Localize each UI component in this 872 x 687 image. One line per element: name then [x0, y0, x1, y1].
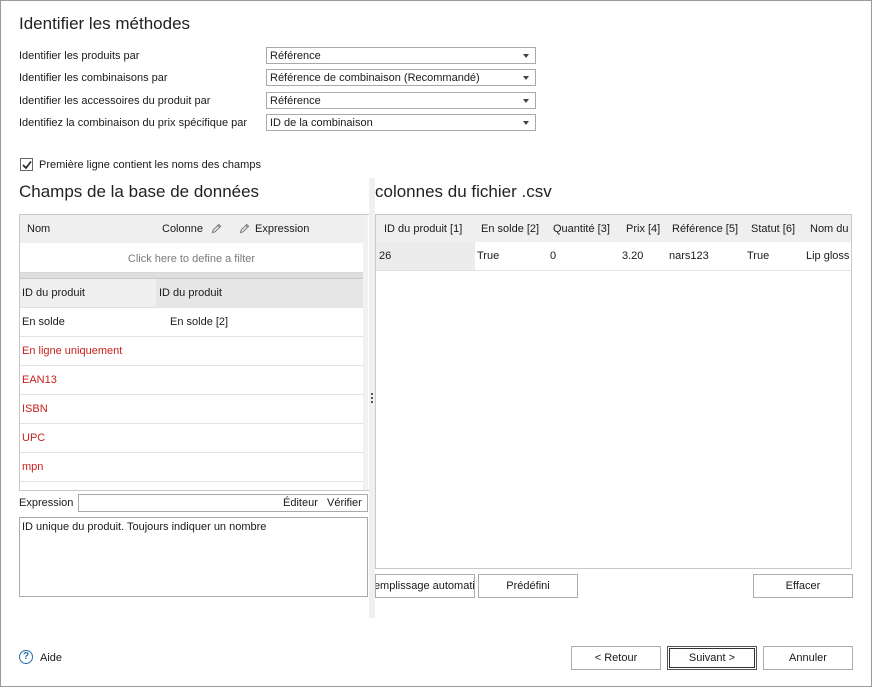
field-name-cell: UPC	[22, 432, 46, 444]
grid-scrollbar[interactable]	[363, 215, 368, 490]
field-description-text: ID unique du produit. Toujours indiquer …	[22, 521, 267, 533]
products-identify-dropdown[interactable]: Référence	[266, 47, 536, 64]
csv-cell: 0	[550, 250, 557, 262]
table-row[interactable]: mpn	[20, 453, 363, 482]
preset-button[interactable]: Prédéfini	[478, 574, 578, 598]
column-header-expression[interactable]: Expression	[255, 223, 309, 235]
csv-columns-title: colonnes du fichier .csv	[375, 182, 552, 201]
chevron-down-icon	[523, 54, 529, 58]
combinations-identify-value: Référence de combinaison (Recommandé)	[270, 72, 480, 84]
next-button[interactable]: Suivant >	[667, 646, 757, 670]
cancel-button[interactable]: Annuler	[763, 646, 853, 670]
chevron-down-icon	[523, 76, 529, 80]
header-row-checkbox[interactable]	[20, 158, 33, 171]
table-row[interactable]: 26 True 0 3.20 nars123 True Lip gloss	[376, 242, 851, 271]
csv-header-cell[interactable]: Statut [6]	[751, 223, 795, 235]
csv-cell: Lip gloss	[806, 250, 850, 262]
csv-grid-header: ID du produit [1] En solde [2] Quantité …	[376, 215, 851, 242]
filter-row[interactable]: Click here to define a filter	[20, 245, 363, 273]
db-fields-grid: Nom Colonne Expression Click here to def…	[19, 214, 370, 491]
csv-header-cell[interactable]: Quantité [3]	[553, 223, 610, 235]
pencil-icon[interactable]	[211, 223, 222, 234]
csv-header-cell[interactable]: Référence [5]	[672, 223, 738, 235]
field-name-cell: ID du produit	[22, 287, 85, 299]
editor-button[interactable]: Éditeur	[283, 497, 318, 509]
table-row[interactable]: EAN13	[20, 366, 363, 395]
table-row[interactable]: En solde En solde [2]	[20, 308, 363, 337]
clear-button[interactable]: Effacer	[753, 574, 853, 598]
csv-header-cell[interactable]: Nom du	[810, 223, 849, 235]
field-description-box: ID unique du produit. Toujours indiquer …	[19, 517, 368, 597]
header-row-checkbox-label: Première ligne contient les noms des cha…	[39, 159, 261, 171]
specific-price-identify-dropdown[interactable]: ID de la combinaison	[266, 114, 536, 131]
csv-cell: True	[477, 250, 500, 262]
splitter-grip-icon[interactable]	[371, 393, 373, 403]
specific-price-identify-value: ID de la combinaison	[270, 117, 373, 129]
accessories-identify-dropdown[interactable]: Référence	[266, 92, 536, 109]
autofill-button[interactable]: Remplissage automatique	[375, 574, 475, 598]
help-icon[interactable]: ?	[19, 650, 33, 664]
methods-title: Identifier les méthodes	[19, 14, 191, 33]
field-column-cell[interactable]: En solde [2]	[170, 316, 228, 328]
accessories-identify-value: Référence	[270, 95, 321, 107]
column-header-name[interactable]: Nom	[27, 223, 50, 235]
csv-cell: 3.20	[622, 250, 644, 262]
db-fields-grid-header: Nom Colonne Expression	[20, 215, 363, 243]
table-row[interactable]: ISBN	[20, 395, 363, 424]
table-row[interactable]: En ligne uniquement	[20, 337, 363, 366]
column-header-column[interactable]: Colonne	[162, 223, 203, 235]
products-identify-label: Identifier les produits par	[19, 50, 140, 62]
field-name-cell: En ligne uniquement	[22, 345, 123, 357]
csv-header-cell[interactable]: ID du produit [1]	[384, 223, 462, 235]
table-row[interactable]: ID du produit ID du produit	[20, 279, 363, 308]
db-fields-title: Champs de la base de données	[19, 182, 260, 201]
specific-price-identify-label: Identifiez la combinaison du prix spécif…	[19, 117, 248, 129]
products-identify-value: Référence	[270, 50, 321, 62]
field-name-cell: En solde	[22, 316, 65, 328]
csv-header-cell[interactable]: Prix [4]	[626, 223, 660, 235]
csv-cell: 26	[379, 250, 392, 262]
filter-placeholder: Click here to define a filter	[127, 253, 256, 265]
field-name-cell: mpn	[22, 461, 44, 473]
expression-label: Expression	[19, 497, 74, 509]
csv-header-cell[interactable]: En solde [2]	[481, 223, 539, 235]
csv-cell: True	[747, 250, 770, 262]
chevron-down-icon	[523, 99, 529, 103]
field-name-cell: ISBN	[22, 403, 48, 415]
combinations-identify-label: Identifier les combinaisons par	[19, 72, 168, 84]
verify-button[interactable]: Vérifier	[327, 497, 362, 509]
table-row[interactable]: UPC	[20, 424, 363, 453]
field-name-cell: EAN13	[22, 374, 57, 386]
csv-preview-grid: ID du produit [1] En solde [2] Quantité …	[375, 214, 852, 569]
csv-cell: nars123	[669, 250, 709, 262]
pencil-icon[interactable]	[239, 223, 250, 234]
expression-input[interactable]	[78, 494, 368, 512]
checkmark-icon	[22, 161, 32, 170]
back-button[interactable]: < Retour	[571, 646, 661, 670]
field-column-cell[interactable]: ID du produit	[159, 287, 222, 299]
accessories-identify-label: Identifier les accessoires du produit pa…	[19, 95, 211, 107]
chevron-down-icon	[523, 121, 529, 125]
combinations-identify-dropdown[interactable]: Référence de combinaison (Recommandé)	[266, 69, 536, 86]
help-link[interactable]: Aide	[40, 652, 62, 664]
